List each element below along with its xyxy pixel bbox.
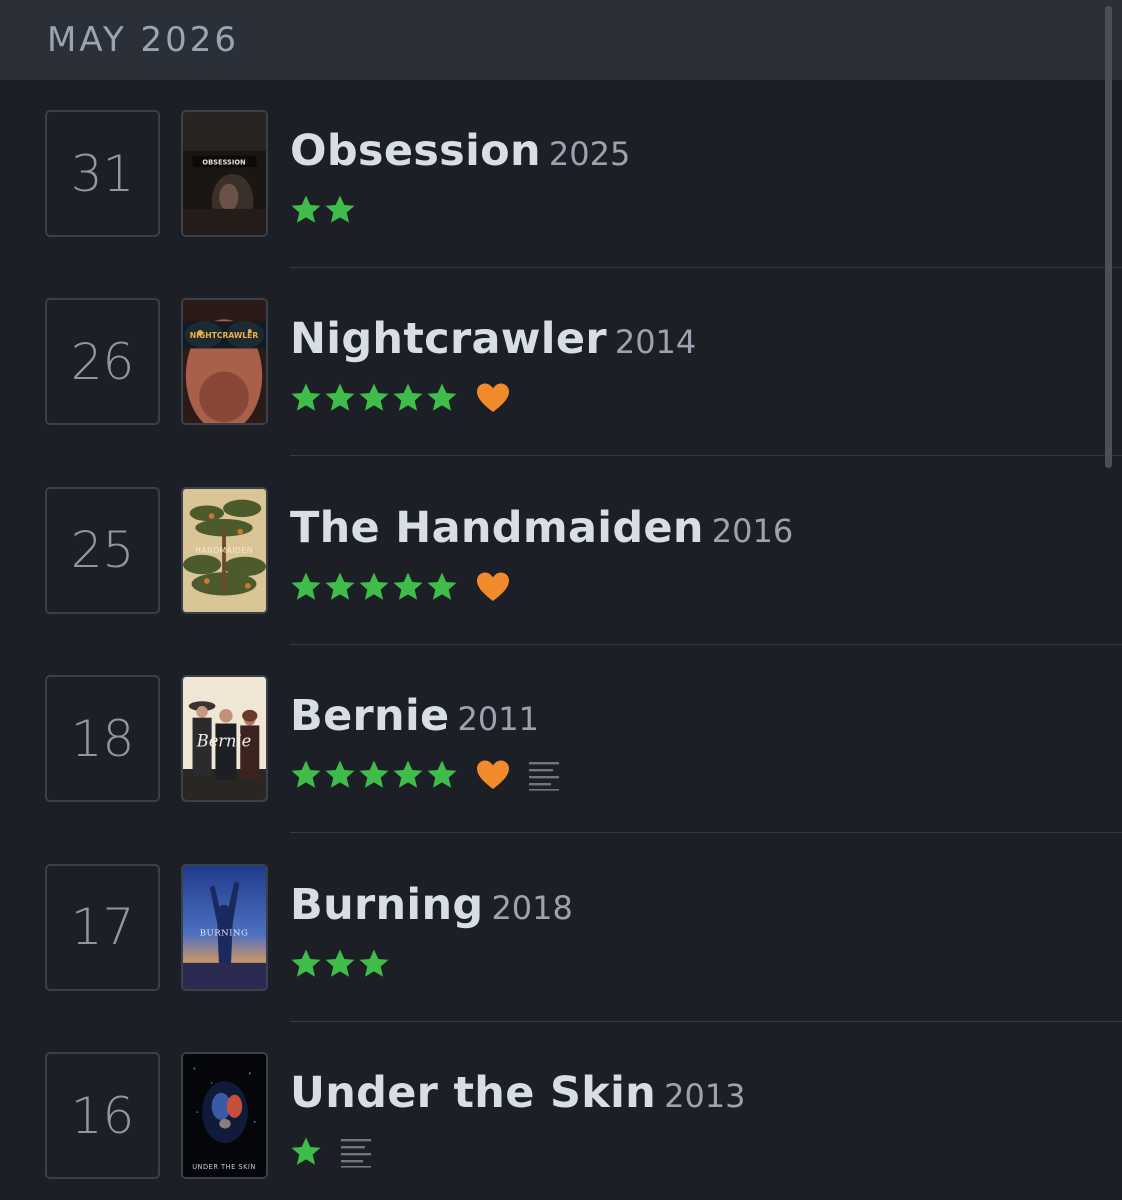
svg-text:Bernie: Bernie (196, 732, 251, 751)
star-icon (426, 759, 458, 791)
obsession-poster[interactable]: OBSESSION (181, 110, 268, 237)
film-title[interactable]: Bernie (290, 691, 449, 741)
diary-entry[interactable]: 16 UNDER THE SKIN Under the Skin 2013 (0, 1052, 1122, 1200)
diary-entry[interactable]: 17 BURNING Burning 2018 (0, 863, 1122, 1052)
heart-icon (476, 571, 510, 603)
star-icon (290, 194, 322, 226)
film-title-row: Under the Skin 2013 (290, 1068, 746, 1118)
svg-text:UNDER THE SKIN: UNDER THE SKIN (192, 1163, 256, 1171)
star-icon (358, 948, 390, 980)
film-title[interactable]: Obsession (290, 126, 541, 176)
nightcrawler-poster[interactable]: NIGHTCRAWLER (181, 298, 268, 426)
star-rating (290, 571, 458, 603)
star-icon (358, 571, 390, 603)
svg-text:BURNING: BURNING (200, 928, 249, 938)
star-icon (324, 571, 356, 603)
star-icon (290, 759, 322, 791)
review-lines-icon[interactable] (340, 1136, 374, 1168)
star-icon (392, 571, 424, 603)
diary-entry[interactable]: 26 NIGHTCRAWLER Nightcrawler 2014 (0, 298, 1122, 486)
entry-divider (290, 455, 1122, 457)
diary-entry[interactable]: 31 OBSESSION Obsession 2025 (0, 110, 1122, 298)
review-lines-icon[interactable] (528, 759, 562, 791)
star-icon (358, 759, 390, 791)
star-rating (290, 759, 458, 791)
entry-divider (290, 1020, 1122, 1022)
handmaiden-poster[interactable]: HANDMAIDEN (181, 486, 268, 614)
film-title-row: Bernie 2011 (290, 691, 539, 741)
film-title-row: Burning 2018 (290, 880, 573, 930)
entry-meta (290, 757, 562, 793)
star-icon (358, 382, 390, 414)
film-title-row: The Handmaiden 2016 (290, 503, 793, 553)
film-year[interactable]: 2014 (615, 323, 696, 361)
entry-meta (290, 192, 356, 228)
entry-divider (290, 267, 1122, 268)
entry-day[interactable]: 16 (45, 1052, 160, 1179)
star-icon (324, 759, 356, 791)
film-title[interactable]: Nightcrawler (290, 314, 607, 364)
star-rating (290, 382, 458, 414)
entry-divider (290, 832, 1122, 834)
bernie-poster[interactable]: Bernie (181, 675, 268, 803)
film-title-row: Nightcrawler 2014 (290, 314, 696, 364)
entry-meta (290, 380, 510, 416)
heart-icon (476, 759, 510, 791)
entry-day[interactable]: 25 (45, 486, 160, 614)
entry-meta (290, 946, 390, 982)
scrollbar-thumb[interactable] (1105, 6, 1112, 468)
star-icon (426, 571, 458, 603)
film-title[interactable]: The Handmaiden (290, 503, 704, 553)
under-the-skin-poster[interactable]: UNDER THE SKIN (181, 1052, 268, 1179)
star-rating (290, 194, 356, 226)
star-icon (290, 571, 322, 603)
star-icon (290, 1136, 322, 1168)
film-year[interactable]: 2018 (491, 889, 572, 927)
entry-day[interactable]: 31 (45, 110, 160, 237)
star-icon (290, 382, 322, 414)
film-year[interactable]: 2025 (549, 135, 630, 173)
svg-text:OBSESSION: OBSESSION (202, 158, 245, 166)
entry-divider (290, 643, 1122, 645)
entry-day[interactable]: 26 (45, 298, 160, 426)
film-title[interactable]: Under the Skin (290, 1068, 656, 1118)
star-icon (392, 382, 424, 414)
entry-meta (290, 569, 510, 605)
film-year[interactable]: 2011 (457, 700, 538, 738)
diary-entry[interactable]: 18 Bernie Bernie 2011 (0, 675, 1122, 863)
month-header: MAY 2026 (0, 0, 1122, 80)
entry-day[interactable]: 18 (45, 675, 160, 803)
diary-page: MAY 2026 31 OBSESSION Obsession 2025 26 NI… (0, 0, 1122, 1200)
star-rating (290, 1136, 322, 1168)
scrollbar[interactable] (1100, 0, 1122, 1200)
film-title-row: Obsession 2025 (290, 126, 630, 176)
star-icon (324, 382, 356, 414)
entry-day[interactable]: 17 (45, 863, 160, 991)
star-icon (324, 194, 356, 226)
star-icon (324, 948, 356, 980)
svg-text:NIGHTCRAWLER: NIGHTCRAWLER (190, 331, 259, 340)
burning-poster[interactable]: BURNING (181, 863, 268, 991)
film-year[interactable]: 2016 (712, 512, 793, 550)
star-rating (290, 948, 390, 980)
star-icon (392, 759, 424, 791)
diary-entry[interactable]: 25 HANDMAIDEN The Handmaiden 2016 (0, 486, 1122, 675)
month-label: MAY 2026 (47, 20, 240, 60)
star-icon (290, 948, 322, 980)
film-year[interactable]: 2013 (664, 1077, 745, 1115)
film-title[interactable]: Burning (290, 880, 483, 930)
star-icon (426, 382, 458, 414)
entry-meta (290, 1134, 374, 1170)
svg-text:HANDMAIDEN: HANDMAIDEN (195, 546, 253, 555)
heart-icon (476, 382, 510, 414)
